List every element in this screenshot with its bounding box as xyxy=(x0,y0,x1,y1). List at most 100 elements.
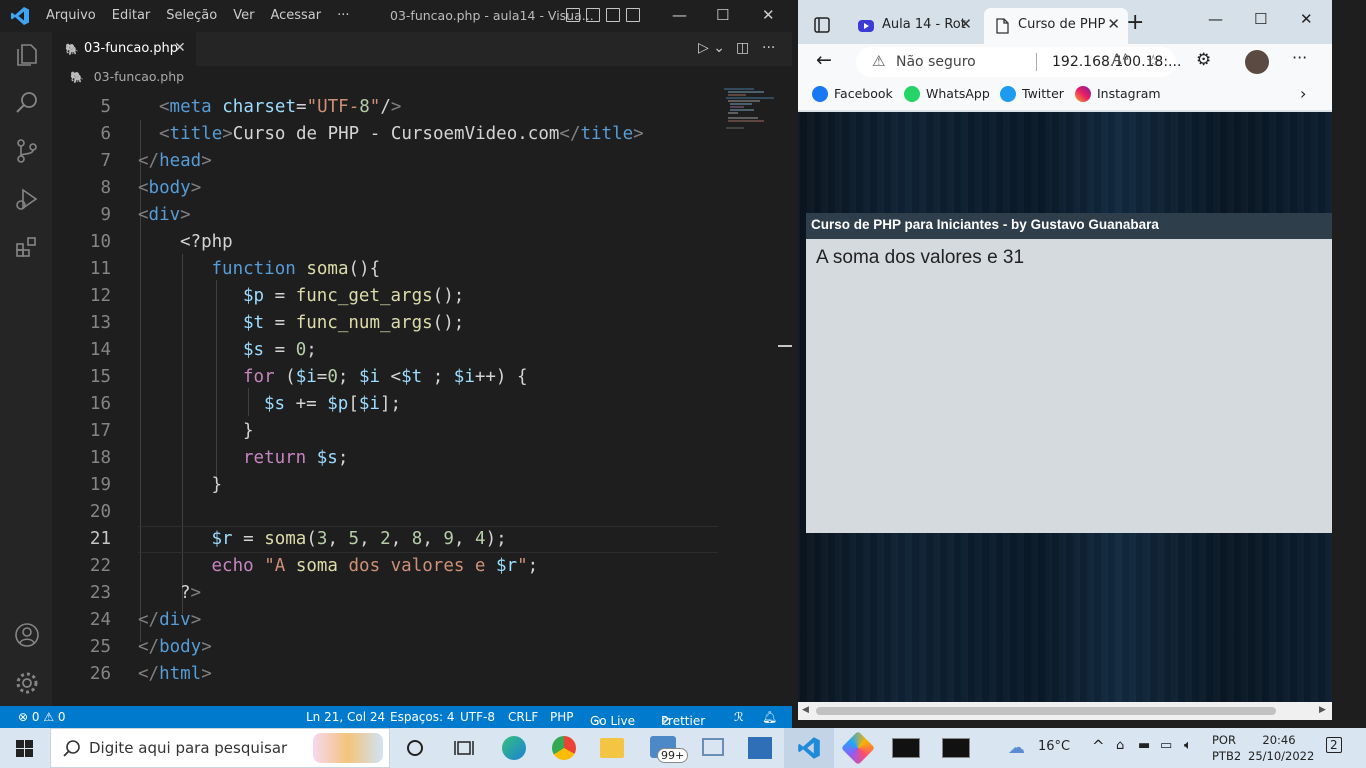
activity-bar xyxy=(0,32,52,706)
line-code: <title>Curso de PHP - CursoemVideo.com</… xyxy=(159,124,644,144)
terminal-icon[interactable] xyxy=(892,738,920,758)
toggle-secondary-sidebar-icon[interactable] xyxy=(606,8,620,22)
menu-ver[interactable]: Ver xyxy=(233,8,254,23)
menu-more[interactable]: ··· xyxy=(337,8,349,23)
line-number: 14 xyxy=(89,340,111,360)
page-header: Curso de PHP para Iniciantes - by Gustav… xyxy=(806,213,1332,239)
search-icon xyxy=(63,740,80,757)
favorite-star-icon[interactable]: ☆ xyxy=(1146,51,1160,70)
whatsapp-icon xyxy=(904,86,920,102)
close-icon[interactable]: ✕ xyxy=(762,6,775,24)
source-control-icon[interactable] xyxy=(14,138,40,164)
menu-bar: Arquivo Editar Seleção Ver Acessar ··· xyxy=(46,8,366,23)
line-code: $t = func_num_args(); xyxy=(243,313,465,333)
vscode-taskbar-icon[interactable] xyxy=(797,736,821,760)
favorite-instagram[interactable]: Instagram xyxy=(1075,86,1161,102)
new-tab-icon[interactable]: + xyxy=(1126,10,1144,35)
favorite-whatsapp[interactable]: WhatsApp xyxy=(904,86,990,102)
notifications-bell-icon[interactable]: 🔔︎ xyxy=(762,710,777,724)
tab-close-icon[interactable]: ✕ xyxy=(1107,15,1120,33)
accounts-icon[interactable] xyxy=(14,622,40,648)
line-code: <body> xyxy=(138,178,202,198)
battery-icon[interactable]: ▬ xyxy=(1138,738,1150,753)
line-number: 18 xyxy=(89,448,111,468)
problems-indicator[interactable]: ⊗ 0 ⚠ 0 xyxy=(18,710,66,724)
task-view-icon[interactable] xyxy=(454,739,474,757)
windows-start-icon[interactable] xyxy=(16,740,33,757)
breadcrumb-file[interactable]: 03-funcao.php xyxy=(94,69,184,84)
extensions-icon[interactable]: ⚙ xyxy=(1196,50,1211,70)
close-icon[interactable]: ✕ xyxy=(1300,10,1313,28)
line-number: 8 xyxy=(100,178,111,198)
minimap[interactable] xyxy=(724,88,774,148)
wifi-icon[interactable]: ▭ xyxy=(1160,738,1172,753)
browser-tab-curso-php[interactable]: Curso de PHP ✕ xyxy=(984,8,1128,44)
clock[interactable]: 20:46 25/10/2022 xyxy=(1248,732,1314,764)
settings-more-icon[interactable]: ··· xyxy=(1292,48,1307,67)
terminal-icon-2[interactable] xyxy=(942,738,970,758)
output-text: A soma dos valores e 31 xyxy=(816,247,1025,268)
chrome-taskbar-icon[interactable] xyxy=(552,736,576,760)
menu-arquivo[interactable]: Arquivo xyxy=(46,8,96,23)
tab-03-funcao-php[interactable]: 🐘 03-funcao.php ✕ xyxy=(52,32,196,66)
language-mode[interactable]: PHP xyxy=(550,710,574,724)
read-aloud-icon[interactable]: Aᐞ xyxy=(1112,52,1129,68)
horizontal-scrollbar[interactable]: ◀ ▶ xyxy=(798,702,1332,720)
tab-close-icon[interactable]: ✕ xyxy=(174,40,186,56)
line-code: $r = soma(3, 5, 2, 8, 9, 4); xyxy=(211,529,507,549)
news-app-icon[interactable] xyxy=(748,737,772,759)
maximize-icon[interactable]: ☐ xyxy=(716,6,729,24)
more-actions-icon[interactable]: ··· xyxy=(762,40,775,56)
notification-center-icon[interactable]: 2 xyxy=(1326,737,1342,753)
taskbar-search[interactable]: Digite aqui para pesquisar xyxy=(50,728,390,768)
keyboard-language[interactable]: POR PTB2 xyxy=(1212,732,1241,764)
file-explorer-icon[interactable] xyxy=(600,738,624,758)
feedback-icon[interactable]: ℛ xyxy=(734,710,744,724)
show-hidden-icons-chevron-icon[interactable]: ^ xyxy=(1092,737,1105,755)
favorites-bar: Facebook WhatsApp Twitter Instagram › xyxy=(798,80,1332,110)
vertical-scrollbar[interactable] xyxy=(778,88,792,706)
browser-tab-aula14[interactable]: Aula 14 - Rot ✕ xyxy=(848,8,980,44)
encoding[interactable]: UTF-8 xyxy=(460,710,495,724)
toggle-panel-icon[interactable] xyxy=(586,8,600,22)
code-editor[interactable]: 5 <meta charset="UTF-8"/> 6 <title>Curso de… xyxy=(52,88,792,706)
line-number: 15 xyxy=(89,367,111,387)
php-elephant-icon: 🐘 xyxy=(65,43,79,56)
edge-taskbar-icon[interactable] xyxy=(502,736,526,760)
profile-avatar[interactable] xyxy=(1245,50,1269,74)
manage-gear-icon[interactable] xyxy=(14,670,40,696)
maximize-icon[interactable]: ☐ xyxy=(1254,10,1267,28)
run-debug-icon[interactable] xyxy=(14,186,40,212)
indentation[interactable]: Espaços: 4 xyxy=(390,710,455,724)
extensions-icon[interactable] xyxy=(14,234,40,260)
weather-cloud-icon[interactable]: ☁ xyxy=(1008,738,1025,758)
menu-editar[interactable]: Editar xyxy=(112,8,151,23)
run-file-icon[interactable]: ▷ ⌄ xyxy=(698,40,725,56)
paint-app-icon[interactable] xyxy=(841,731,875,765)
not-secure-label[interactable]: Não seguro xyxy=(896,54,976,70)
customize-layout-icon[interactable] xyxy=(626,8,640,22)
explorer-icon[interactable] xyxy=(14,42,40,68)
chevron-right-icon[interactable]: › xyxy=(1300,84,1306,103)
split-editor-icon[interactable]: ◫ xyxy=(736,40,749,56)
address-bar[interactable]: ⚠ Não seguro 192.168.100.18:... Aᐞ ☆ xyxy=(856,47,1181,77)
volume-icon[interactable]: 🔈︎ xyxy=(1184,738,1192,753)
search-icon[interactable] xyxy=(14,90,40,116)
menu-selecao[interactable]: Seleção xyxy=(166,8,217,23)
back-arrow-icon[interactable]: ← xyxy=(816,49,832,71)
network-icon[interactable]: ⌂ xyxy=(1116,738,1124,753)
weather-temp[interactable]: 16°C xyxy=(1038,739,1070,754)
favorite-twitter[interactable]: Twitter xyxy=(1000,86,1064,102)
minimize-icon[interactable]: — xyxy=(1208,10,1223,28)
tab-actions-icon[interactable] xyxy=(814,17,830,33)
menu-acessar[interactable]: Acessar xyxy=(270,8,321,23)
favorite-facebook[interactable]: Facebook xyxy=(812,86,893,102)
remote-desktop-icon[interactable] xyxy=(702,738,724,756)
cursor-position[interactable]: Ln 21, Col 24 xyxy=(306,710,385,724)
line-ending[interactable]: CRLF xyxy=(508,710,538,724)
cortana-icon[interactable] xyxy=(406,739,424,757)
breadcrumb: 🐘 03-funcao.php xyxy=(52,66,792,88)
toggle-sidebar-icon[interactable] xyxy=(566,8,580,22)
tab-close-icon[interactable]: ✕ xyxy=(959,15,972,33)
minimize-icon[interactable]: — xyxy=(672,6,687,24)
